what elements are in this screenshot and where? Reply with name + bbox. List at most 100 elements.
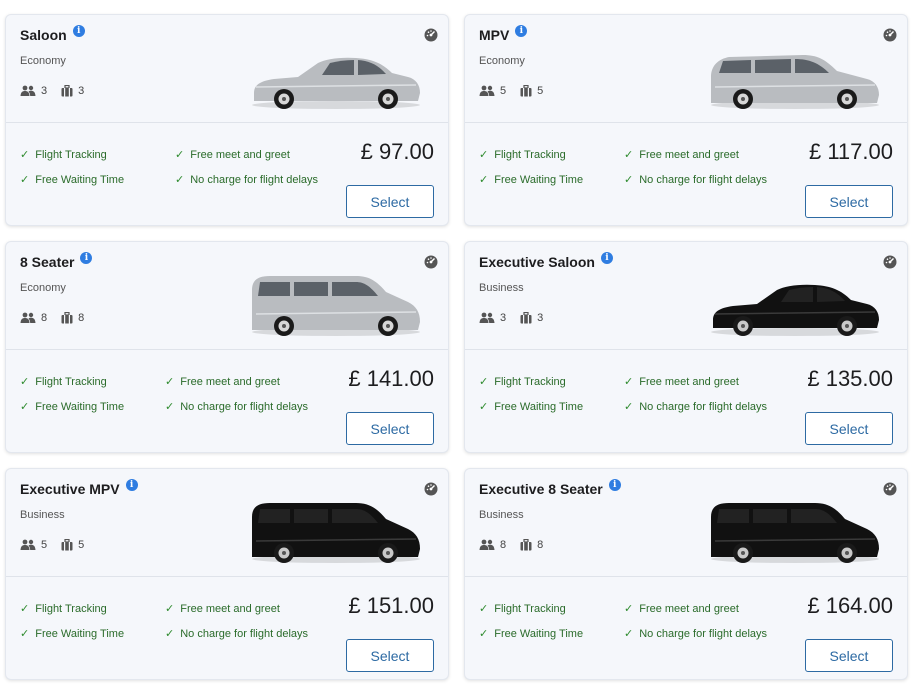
checkmark-icon: ✓ <box>624 603 634 615</box>
info-icon[interactable]: i <box>80 252 93 264</box>
vehicle-category: Economy <box>20 55 66 67</box>
checkmark-icon: ✓ <box>624 376 634 388</box>
passenger-capacity: 5 <box>479 85 506 97</box>
vehicle-name: Executive MPV <box>20 481 120 497</box>
feature-item: ✓ Free meet and greet <box>624 375 739 389</box>
checkmark-icon: ✓ <box>624 401 634 413</box>
checkmark-icon: ✓ <box>624 174 634 186</box>
feature-item: ✓ Free Waiting Time <box>479 173 583 187</box>
title-row: 8 Seater i <box>20 252 93 270</box>
vehicle-image <box>246 268 424 338</box>
luggage-capacity: 3 <box>61 85 84 97</box>
feature-label: Flight Tracking <box>494 602 566 615</box>
passengers-icon <box>479 539 495 550</box>
title-row: MPV i <box>479 25 528 43</box>
luggage-count: 3 <box>537 312 544 324</box>
feature-item: ✓ No charge for flight delays <box>165 400 308 414</box>
title-row: Saloon i <box>20 25 85 43</box>
price: £ 117.00 <box>808 139 893 164</box>
passengers-icon <box>479 85 495 96</box>
feature-label: No charge for flight delays <box>639 400 768 413</box>
info-icon[interactable]: i <box>515 25 528 37</box>
speedometer-icon[interactable] <box>424 255 438 269</box>
feature-label: Free meet and greet <box>180 375 280 388</box>
select-button[interactable]: Select <box>346 639 434 672</box>
luggage-icon <box>520 539 532 551</box>
checkmark-icon: ✓ <box>20 401 30 413</box>
passengers-icon <box>20 85 36 96</box>
vehicle-name: Saloon <box>20 27 67 43</box>
select-button[interactable]: Select <box>805 639 893 672</box>
title-row: Executive MPV i <box>20 479 138 497</box>
feature-item: ✓ Flight Tracking <box>479 148 566 162</box>
passenger-capacity: 3 <box>479 312 506 324</box>
luggage-count: 5 <box>537 85 544 97</box>
vehicle-category: Business <box>479 282 524 294</box>
select-button[interactable]: Select <box>805 185 893 218</box>
checkmark-icon: ✓ <box>20 628 30 640</box>
info-icon[interactable]: i <box>125 479 138 491</box>
select-button[interactable]: Select <box>346 185 434 218</box>
passenger-capacity: 8 <box>479 539 506 551</box>
car-illustration <box>711 503 879 563</box>
title-row: Executive 8 Seater i <box>479 479 621 497</box>
passenger-capacity: 5 <box>20 539 47 551</box>
passenger-count: 5 <box>41 539 48 551</box>
info-icon[interactable]: i <box>608 479 621 491</box>
card-divider <box>6 122 448 123</box>
car-illustration <box>252 503 420 563</box>
vehicle-card-mpv: MPV i Economy 5 5 ✓ Flight Tracking ✓ Fr… <box>464 14 908 226</box>
checkmark-icon: ✓ <box>20 174 30 186</box>
vehicle-name: Executive 8 Seater <box>479 481 603 497</box>
checkmark-icon: ✓ <box>165 401 175 413</box>
luggage-capacity: 8 <box>61 312 84 324</box>
card-divider <box>6 576 448 577</box>
feature-label: Flight Tracking <box>494 148 566 161</box>
select-button[interactable]: Select <box>346 412 434 445</box>
vehicle-name: MPV <box>479 27 510 43</box>
feature-item: ✓ Free meet and greet <box>624 602 739 616</box>
luggage-capacity: 5 <box>520 85 543 97</box>
card-divider <box>465 576 907 577</box>
checkmark-icon: ✓ <box>175 149 185 161</box>
feature-label: Flight Tracking <box>35 148 107 161</box>
feature-label: Free meet and greet <box>190 148 290 161</box>
checkmark-icon: ✓ <box>479 149 489 161</box>
vehicle-name: Executive Saloon <box>479 254 595 270</box>
feature-item: ✓ Free meet and greet <box>165 602 280 616</box>
price: £ 141.00 <box>348 366 434 391</box>
info-icon[interactable]: i <box>600 252 613 264</box>
card-divider <box>6 349 448 350</box>
feature-label: No charge for flight delays <box>639 173 768 186</box>
vehicle-image <box>705 268 883 338</box>
feature-item: ✓ Flight Tracking <box>20 375 107 389</box>
speedometer-icon[interactable] <box>424 482 438 496</box>
capacity-row: 8 8 <box>20 312 98 324</box>
passengers-icon <box>20 539 36 550</box>
speedometer-icon[interactable] <box>883 28 897 42</box>
feature-label: Free meet and greet <box>639 602 739 615</box>
vehicle-image <box>246 495 424 565</box>
price: £ 135.00 <box>807 366 893 391</box>
speedometer-icon[interactable] <box>883 482 897 496</box>
passengers-icon <box>20 312 36 323</box>
capacity-row: 3 3 <box>20 85 98 97</box>
speedometer-icon[interactable] <box>424 28 438 42</box>
checkmark-icon: ✓ <box>20 376 30 388</box>
luggage-capacity: 5 <box>61 539 84 551</box>
vehicle-image <box>705 495 883 565</box>
select-button[interactable]: Select <box>805 412 893 445</box>
speedometer-icon[interactable] <box>883 255 897 269</box>
checkmark-icon: ✓ <box>624 149 634 161</box>
info-icon[interactable]: i <box>72 25 85 37</box>
feature-item: ✓ Free meet and greet <box>165 375 280 389</box>
feature-item: ✓ Free Waiting Time <box>479 400 583 414</box>
checkmark-icon: ✓ <box>20 603 30 615</box>
vehicle-card-executive-mpv: Executive MPV i Business 5 5 ✓ Flight Tr… <box>5 468 449 680</box>
passenger-count: 3 <box>500 312 507 324</box>
feature-item: ✓ No charge for flight delays <box>165 627 308 641</box>
feature-label: Free meet and greet <box>180 602 280 615</box>
feature-label: Free meet and greet <box>639 375 739 388</box>
luggage-capacity: 8 <box>520 539 543 551</box>
capacity-row: 5 5 <box>479 85 557 97</box>
